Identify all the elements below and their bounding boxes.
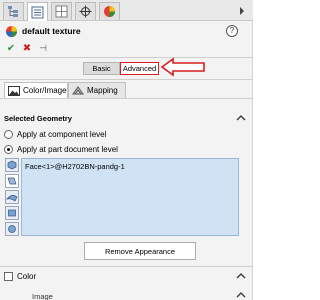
- mapping-icon: [72, 85, 84, 94]
- select-bodies-icon[interactable]: [5, 206, 19, 220]
- divider: [0, 98, 253, 99]
- radio-part-level[interactable]: Apply at part document level: [4, 143, 234, 155]
- list-icon: [31, 6, 44, 18]
- select-parts-icon[interactable]: [5, 158, 19, 172]
- help-icon[interactable]: ?: [226, 25, 238, 37]
- tab-color-image[interactable]: Color/Image: [4, 82, 68, 98]
- property-manager-panel: default texture ? ✔ ✖ ⊣ Basic Advanced C…: [0, 0, 253, 300]
- tab-scroll-right-icon[interactable]: [236, 3, 248, 19]
- tree-icon: [8, 6, 18, 17]
- chevron-up-icon[interactable]: [236, 271, 246, 281]
- tab-configuration-manager[interactable]: [51, 2, 72, 20]
- image-icon: [8, 85, 20, 96]
- chevron-up-icon[interactable]: [236, 113, 246, 123]
- image-section-label: Image: [32, 292, 53, 300]
- tab-mapping-label: Mapping: [87, 86, 118, 95]
- tab-display-manager[interactable]: [99, 2, 120, 20]
- radio-button[interactable]: [4, 144, 13, 154]
- annotation-arrow-icon: [160, 57, 205, 77]
- page-title: default texture: [22, 26, 81, 36]
- color-checkbox[interactable]: [4, 272, 13, 281]
- advanced-mode-button[interactable]: Advanced: [120, 62, 159, 75]
- title-row: default texture ?: [0, 24, 253, 40]
- manager-tab-strip: [0, 0, 253, 21]
- appearance-icon: [6, 26, 17, 37]
- divider: [0, 57, 253, 58]
- radio-component-level[interactable]: Apply at component level: [4, 128, 234, 140]
- tab-property-manager[interactable]: [27, 2, 48, 21]
- crosshair-icon: [79, 5, 92, 18]
- radio-label: Apply at part document level: [17, 144, 118, 154]
- tab-mapping[interactable]: Mapping: [68, 82, 126, 98]
- divider: [0, 79, 253, 80]
- color-label: Color: [17, 272, 37, 281]
- config-icon: [55, 5, 68, 18]
- select-faces-icon[interactable]: [5, 174, 19, 188]
- color-section-header[interactable]: Color: [4, 271, 248, 283]
- select-features-icon[interactable]: [5, 222, 19, 236]
- tab-color-image-label: Color/Image: [23, 86, 67, 95]
- basic-mode-button[interactable]: Basic: [83, 62, 120, 75]
- selection-list[interactable]: Face<1>@H2702BN-pandg-1: [21, 158, 239, 236]
- list-item[interactable]: Face<1>@H2702BN-pandg-1: [25, 162, 125, 171]
- divider: [0, 266, 253, 267]
- radio-button[interactable]: [4, 129, 13, 139]
- select-surfaces-icon[interactable]: [5, 190, 19, 204]
- tab-dimxpert[interactable]: [75, 2, 96, 20]
- tab-feature-manager[interactable]: [3, 2, 24, 20]
- group-title: Selected Geometry: [4, 114, 72, 123]
- chevron-up-icon[interactable]: [236, 290, 246, 300]
- pin-button[interactable]: ⊣: [37, 42, 49, 54]
- action-row: ✔ ✖ ⊣: [0, 42, 253, 56]
- remove-appearance-button[interactable]: Remove Appearance: [84, 242, 196, 260]
- selected-geometry-header[interactable]: Selected Geometry: [4, 113, 248, 125]
- ok-button[interactable]: ✔: [5, 42, 17, 54]
- radio-label: Apply at component level: [17, 129, 107, 139]
- pie-icon: [104, 6, 115, 17]
- cancel-button[interactable]: ✖: [21, 42, 33, 54]
